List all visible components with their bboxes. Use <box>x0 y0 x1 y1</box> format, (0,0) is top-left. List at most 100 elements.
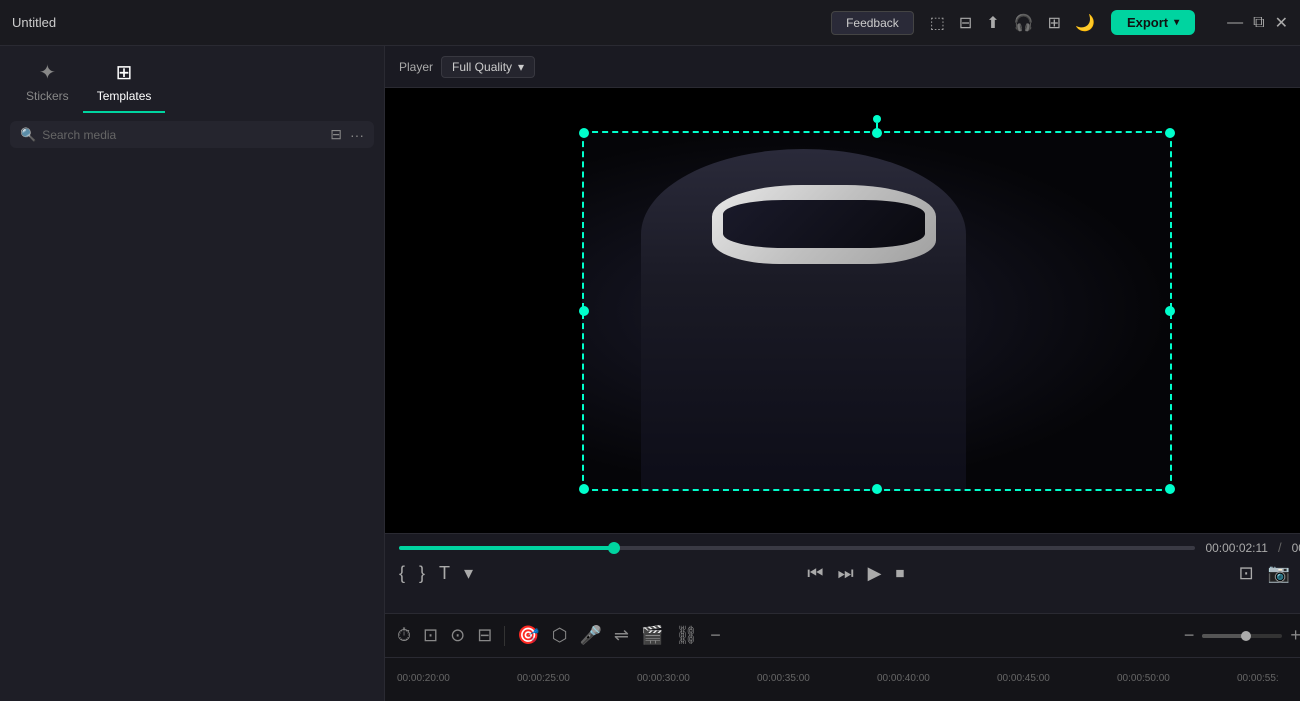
maximize-button[interactable]: ⧉ <box>1253 14 1264 32</box>
ruler-section: 00:00:35:00 <box>757 673 877 688</box>
mark-in-button[interactable]: { <box>399 563 405 584</box>
center-panel: Player Full Quality ▾ ⊡ <box>385 46 1300 701</box>
main-content: ✦ Stickers ⊞ Templates 🔍 ⊟ ··· Player <box>0 46 1300 701</box>
ruler-label: 00:00:50:00 <box>1117 673 1170 684</box>
video-image <box>582 131 1172 491</box>
topbar-left: Untitled <box>12 15 56 30</box>
ruler-label: 00:00:40:00 <box>877 673 930 684</box>
video-frame <box>582 131 1172 491</box>
ruler-label: 00:00:20:00 <box>397 673 450 684</box>
zoom-in-button[interactable]: + <box>1290 625 1300 646</box>
bg-person <box>966 203 1143 491</box>
headset-icon[interactable]: 🎧 <box>1014 13 1034 33</box>
auto-icon[interactable]: ⊙ <box>450 625 465 646</box>
minimize-button[interactable]: — <box>1227 14 1243 32</box>
ruler-section: 00:00:45:00 <box>997 673 1117 688</box>
total-time: 00:00:16:06 <box>1292 541 1300 555</box>
text-tool-button[interactable]: T <box>439 563 450 584</box>
cloud-upload-icon[interactable]: ⬆ <box>986 13 999 33</box>
stickers-tab-label: Stickers <box>26 89 69 103</box>
ruler-label: 00:00:35:00 <box>757 673 810 684</box>
stop-button[interactable]: ⏹ <box>895 563 904 584</box>
align-icon[interactable]: ⇌ <box>614 625 629 646</box>
ctrl-left: { } T ▾ <box>399 563 473 584</box>
window-controls: — ⧉ ✕ <box>1227 13 1288 33</box>
ruler-section: 00:00:55: <box>1237 673 1300 688</box>
drag-handle-dot <box>873 115 881 123</box>
frame-forward-button[interactable]: ⏭ <box>837 563 853 584</box>
target-icon[interactable]: 🎯 <box>517 625 539 646</box>
progress-bar[interactable] <box>399 546 1195 550</box>
minus-icon[interactable]: − <box>710 625 721 646</box>
progress-fill <box>399 546 614 550</box>
video-canvas <box>385 88 1300 533</box>
ruler-section: 00:00:30:00 <box>637 673 757 688</box>
stickers-tab-icon: ✦ <box>39 60 56 85</box>
monitor-icon[interactable]: ⬚ <box>930 13 945 33</box>
quality-chevron-icon: ▾ <box>518 60 524 74</box>
progress-thumb[interactable] <box>608 542 620 554</box>
close-button[interactable]: ✕ <box>1275 13 1288 33</box>
ruler-section: 00:00:20:00 <box>397 673 517 688</box>
time-divider: / <box>1278 540 1282 555</box>
export-button[interactable]: Export ▾ <box>1111 10 1195 35</box>
link-icon[interactable]: ⛓ <box>675 625 698 646</box>
tab-templates[interactable]: ⊞ Templates <box>83 54 166 113</box>
export-label: Export <box>1127 15 1168 30</box>
film-icon[interactable]: 🎬 <box>641 625 663 646</box>
fit-screen-icon[interactable]: ⊡ <box>423 625 438 646</box>
save-icon[interactable]: ⊟ <box>959 13 972 33</box>
ctrl-center: ⏮ ⏭ ▶ ⏹ <box>807 563 904 584</box>
topbar: Untitled Feedback ⬚ ⊟ ⬆ 🎧 ⊞ 🌙 Export ▾ —… <box>0 0 1300 46</box>
feedback-button[interactable]: Feedback <box>831 11 914 35</box>
more-options-icon[interactable]: ··· <box>350 127 364 143</box>
shape-icon[interactable]: ⬡ <box>552 625 568 646</box>
zoom-slider-thumb[interactable] <box>1241 631 1251 641</box>
mark-out-button[interactable]: } <box>419 563 425 584</box>
ruler-section: 00:00:50:00 <box>1117 673 1237 688</box>
controls-row: { } T ▾ ⏮ ⏭ ▶ ⏹ ⊡ 📷 🔊 ⤢ <box>399 563 1300 584</box>
filter-icon[interactable]: ⊟ <box>330 126 342 143</box>
timeline-tools: ⏱ ⊡ ⊙ ⊟ 🎯 ⬡ 🎤 ⇌ 🎬 ⛓ − − + <box>385 614 1300 658</box>
step-back-button[interactable]: ⏮ <box>807 563 823 584</box>
ruler-section: 00:00:40:00 <box>877 673 997 688</box>
quality-value: Full Quality <box>452 60 512 74</box>
ruler-label: 00:00:55: <box>1237 673 1279 684</box>
zoom-control: − + <box>1184 625 1300 646</box>
mic-icon[interactable]: 🎤 <box>579 625 601 646</box>
ctrl-right: ⊡ 📷 🔊 ⤢ <box>1239 563 1300 584</box>
grid-icon[interactable]: ⊞ <box>1048 13 1061 33</box>
player-controls: 00:00:02:11 / 00:00:16:06 { } T ▾ ⏮ ⏭ ▶ … <box>385 533 1300 613</box>
play-button[interactable]: ▶ <box>868 563 882 584</box>
ruler-section: 00:00:25:00 <box>517 673 637 688</box>
left-panel: ✦ Stickers ⊞ Templates 🔍 ⊟ ··· <box>0 46 385 701</box>
ruler-label: 00:00:25:00 <box>517 673 570 684</box>
templates-tab-icon: ⊞ <box>116 60 133 85</box>
screen-fit-button[interactable]: ⊡ <box>1239 563 1254 584</box>
topbar-icons: ⬚ ⊟ ⬆ 🎧 ⊞ 🌙 <box>930 13 1095 33</box>
separator-1 <box>504 626 505 646</box>
split-icon[interactable]: ⊟ <box>477 625 492 646</box>
history-icon[interactable]: ⏱ <box>397 625 411 646</box>
player-label: Player <box>399 60 433 74</box>
export-chevron-icon: ▾ <box>1174 17 1179 28</box>
quality-select[interactable]: Full Quality ▾ <box>441 56 535 78</box>
templates-tab-label: Templates <box>97 89 152 103</box>
player-left: Player Full Quality ▾ <box>399 56 535 78</box>
left-tabs: ✦ Stickers ⊞ Templates <box>0 46 384 113</box>
ruler-label: 00:00:45:00 <box>997 673 1050 684</box>
moon-icon[interactable]: 🌙 <box>1075 13 1095 33</box>
snapshot-button[interactable]: 📷 <box>1268 563 1290 584</box>
tab-stickers[interactable]: ✦ Stickers <box>12 54 83 113</box>
topbar-center: Feedback ⬚ ⊟ ⬆ 🎧 ⊞ 🌙 Export ▾ — ⧉ ✕ <box>831 10 1288 35</box>
app-title: Untitled <box>12 15 56 30</box>
zoom-out-button[interactable]: − <box>1184 625 1195 646</box>
zoom-slider[interactable] <box>1202 634 1282 638</box>
left-media-content <box>0 156 384 701</box>
player-toolbar: Player Full Quality ▾ ⊡ <box>385 46 1300 88</box>
current-time: 00:00:02:11 <box>1205 541 1268 555</box>
text-tool-chevron[interactable]: ▾ <box>464 563 473 584</box>
timeline-bar: ⏱ ⊡ ⊙ ⊟ 🎯 ⬡ 🎤 ⇌ 🎬 ⛓ − − + <box>385 613 1300 701</box>
search-input[interactable] <box>42 128 324 142</box>
ruler-label: 00:00:30:00 <box>637 673 690 684</box>
